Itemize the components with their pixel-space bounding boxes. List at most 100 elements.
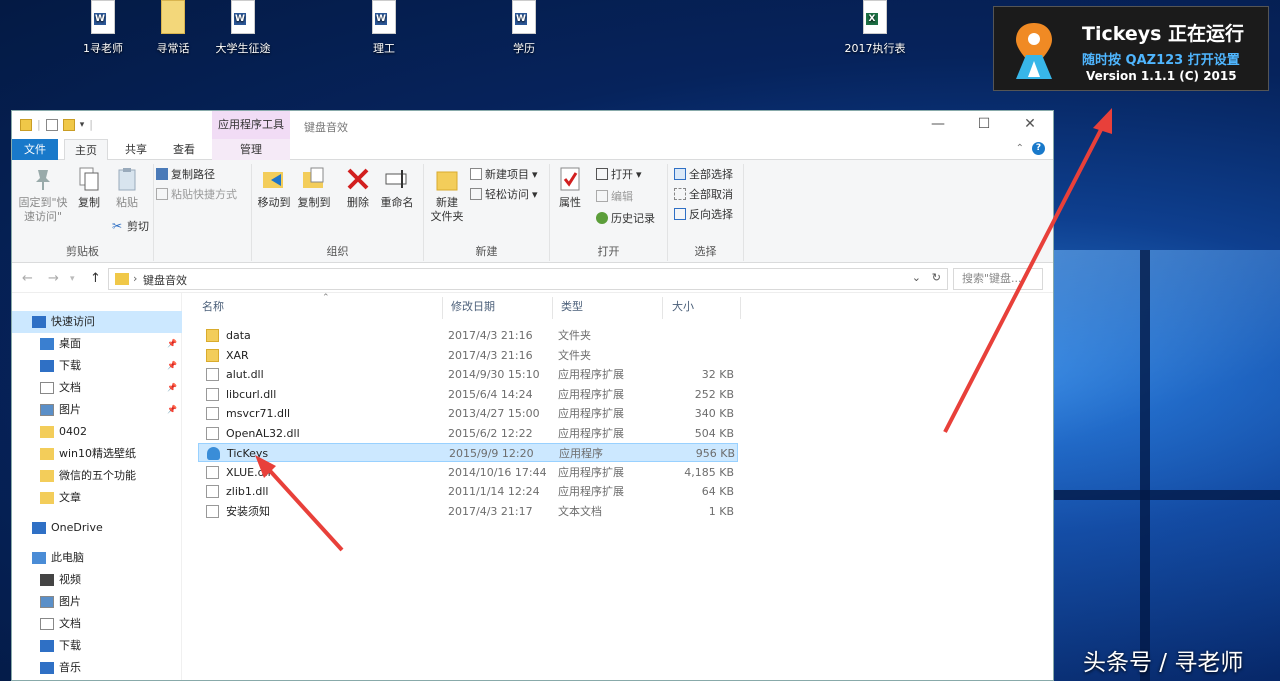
address-bar[interactable]: › 键盘音效 ⌄ ↻ <box>108 268 948 290</box>
refresh-icon[interactable]: ↻ <box>932 271 941 284</box>
nav-item[interactable]: 视频 <box>12 569 182 591</box>
file-type: 应用程序扩展 <box>558 465 624 479</box>
nav-item[interactable]: 下载 <box>12 635 182 657</box>
maximize-button[interactable]: ☐ <box>961 111 1007 139</box>
desktop-icon-1[interactable]: 寻常话 <box>138 0 208 56</box>
nav-item-label: 图片 <box>59 595 81 608</box>
file-row[interactable]: data 2017/4/3 21:16 文件夹 <box>198 326 738 345</box>
help-icon[interactable]: ? <box>1032 142 1045 155</box>
file-name: XLUE.dll <box>226 465 271 479</box>
open-button[interactable]: 打开 ▾ <box>596 166 642 182</box>
pin-icon[interactable]: 📌 <box>167 399 177 421</box>
desktop-icon-2[interactable]: 大学生征途 <box>208 0 278 56</box>
desktop-icon-4[interactable]: 学历 <box>489 0 559 56</box>
file-size: 340 KB <box>694 407 734 420</box>
file-row[interactable]: alut.dll 2014/9/30 15:10 应用程序扩展 32 KB <box>198 365 738 384</box>
edit-icon <box>596 190 608 202</box>
select-all-label: 全部选择 <box>689 168 733 181</box>
pin-icon[interactable]: 📌 <box>167 355 177 377</box>
cut-button[interactable]: ✂ 剪切 <box>112 218 149 234</box>
open-icon <box>596 168 608 180</box>
copy-button[interactable]: 复制 <box>74 166 104 210</box>
tab-home[interactable]: 主页 <box>64 139 108 161</box>
word-file-icon <box>512 0 536 34</box>
new-folder-icon <box>434 166 460 192</box>
nav-item[interactable]: 文档 <box>12 613 182 635</box>
file-row[interactable]: libcurl.dll 2015/6/4 14:24 应用程序扩展 252 KB <box>198 385 738 404</box>
nav-item[interactable]: 下载 📌 <box>12 355 182 377</box>
column-header-name[interactable]: 名称 <box>202 293 224 319</box>
new-folder-icon[interactable] <box>62 118 75 131</box>
nav-item[interactable]: 音乐 <box>12 657 182 679</box>
close-button[interactable]: ✕ <box>1007 111 1053 139</box>
tab-file[interactable]: 文件 <box>12 139 58 160</box>
easy-access-button[interactable]: 轻松访问 ▾ <box>470 186 538 202</box>
edit-button[interactable]: 编辑 <box>596 188 633 204</box>
word-file-icon <box>231 0 255 34</box>
pin-icon[interactable]: 📌 <box>167 377 177 399</box>
desktop-icon <box>40 338 54 350</box>
nav-item[interactable]: 快速访问 <box>12 311 182 333</box>
up-button[interactable]: ↑ <box>90 271 101 286</box>
column-header-date[interactable]: 修改日期 <box>451 293 495 319</box>
back-button[interactable]: ← <box>22 271 33 286</box>
file-row[interactable]: zlib1.dll 2011/1/14 12:24 应用程序扩展 64 KB <box>198 482 738 501</box>
new-item-button[interactable]: 新建项目 ▾ <box>470 166 538 182</box>
copy-to-button[interactable]: 复制到 <box>296 166 332 210</box>
copy-to-icon <box>301 166 327 192</box>
desktop-icon-3[interactable]: 理工 <box>349 0 419 56</box>
nav-item[interactable]: 文章 <box>12 487 182 509</box>
select-none-button[interactable]: 全部取消 <box>674 186 733 202</box>
properties-button[interactable]: 属性 <box>556 166 584 210</box>
pin-icon[interactable]: 📌 <box>167 333 177 355</box>
file-row[interactable]: XAR 2017/4/3 21:16 文件夹 <box>198 346 738 365</box>
recent-locations-icon[interactable]: ▾ <box>70 274 75 284</box>
nav-item[interactable]: 微信的五个功能 <box>12 465 182 487</box>
tab-manage[interactable]: 管理 <box>212 139 290 160</box>
tickeys-notification[interactable]: Tickeys 正在运行 随时按 QAZ123 打开设置 Version 1.1… <box>993 6 1269 91</box>
paste-button[interactable]: 粘贴 <box>112 166 142 210</box>
invert-selection-button[interactable]: 反向选择 <box>674 206 733 222</box>
download-icon <box>40 640 54 652</box>
nav-item[interactable]: 此电脑 <box>12 547 182 569</box>
pin-quick-access-button[interactable]: 固定到"快速访问" <box>14 166 72 224</box>
breadcrumb-current[interactable]: 键盘音效 <box>143 272 187 288</box>
nav-item[interactable]: 文档 📌 <box>12 377 182 399</box>
column-header-size[interactable]: 大小 <box>672 293 694 319</box>
new-folder-button[interactable]: 新建 文件夹 <box>428 166 466 224</box>
column-header-type[interactable]: 类型 <box>561 293 583 319</box>
file-row[interactable]: XLUE.dll 2014/10/16 17:44 应用程序扩展 4,185 KB <box>198 463 738 482</box>
properties-icon[interactable] <box>45 118 58 131</box>
forward-button[interactable]: → <box>48 271 59 286</box>
minimize-button[interactable]: — <box>915 111 961 139</box>
address-dropdown-icon[interactable]: ⌄ <box>912 271 921 284</box>
move-to-label: 移动到 <box>257 196 291 209</box>
tab-view[interactable]: 查看 <box>162 139 206 160</box>
nav-item[interactable]: 图片 <box>12 591 182 613</box>
file-row[interactable]: TicKeys 2015/9/9 12:20 应用程序 956 KB <box>198 443 738 462</box>
customize-toolbar-icon[interactable]: ▾ <box>80 120 85 130</box>
file-row[interactable]: 安装须知 2017/4/3 21:17 文本文档 1 KB <box>198 502 738 521</box>
search-input[interactable]: 搜索"键盘... <box>953 268 1043 290</box>
file-row[interactable]: OpenAL32.dll 2015/6/2 12:22 应用程序扩展 504 KB <box>198 424 738 443</box>
navigation-pane: 快速访问 桌面 📌 下载 📌 文档 📌 图片 📌 0402 win10精选壁纸 微信的五个功能 文章 On… <box>12 293 182 680</box>
nav-item[interactable]: 0402 <box>12 421 182 443</box>
file-row[interactable]: msvcr71.dll 2013/4/27 15:00 应用程序扩展 340 KB <box>198 404 738 423</box>
rename-button[interactable]: 重命名 <box>378 166 416 210</box>
dll-file-icon <box>206 368 219 381</box>
notification-version: Version 1.1.1 (C) 2015 <box>1086 69 1237 83</box>
nav-item[interactable]: win10精选壁纸 <box>12 443 182 465</box>
history-button[interactable]: 历史记录 <box>596 210 655 226</box>
desktop-icon-0[interactable]: 1寻老师 <box>68 0 138 56</box>
file-date: 2017/4/3 21:16 <box>448 329 533 342</box>
collapse-ribbon-icon[interactable]: ⌃ <box>1016 143 1024 154</box>
nav-item[interactable]: 桌面 📌 <box>12 333 182 355</box>
select-all-button[interactable]: 全部选择 <box>674 166 733 182</box>
desktop-icon-5[interactable]: 2017执行表 <box>840 0 910 56</box>
move-to-button[interactable]: 移动到 <box>256 166 292 210</box>
paste-label: 粘贴 <box>116 196 138 209</box>
delete-button[interactable]: 删除 <box>344 166 372 210</box>
tab-share[interactable]: 共享 <box>114 139 158 160</box>
nav-item[interactable]: OneDrive <box>12 517 182 539</box>
nav-item[interactable]: 图片 📌 <box>12 399 182 421</box>
